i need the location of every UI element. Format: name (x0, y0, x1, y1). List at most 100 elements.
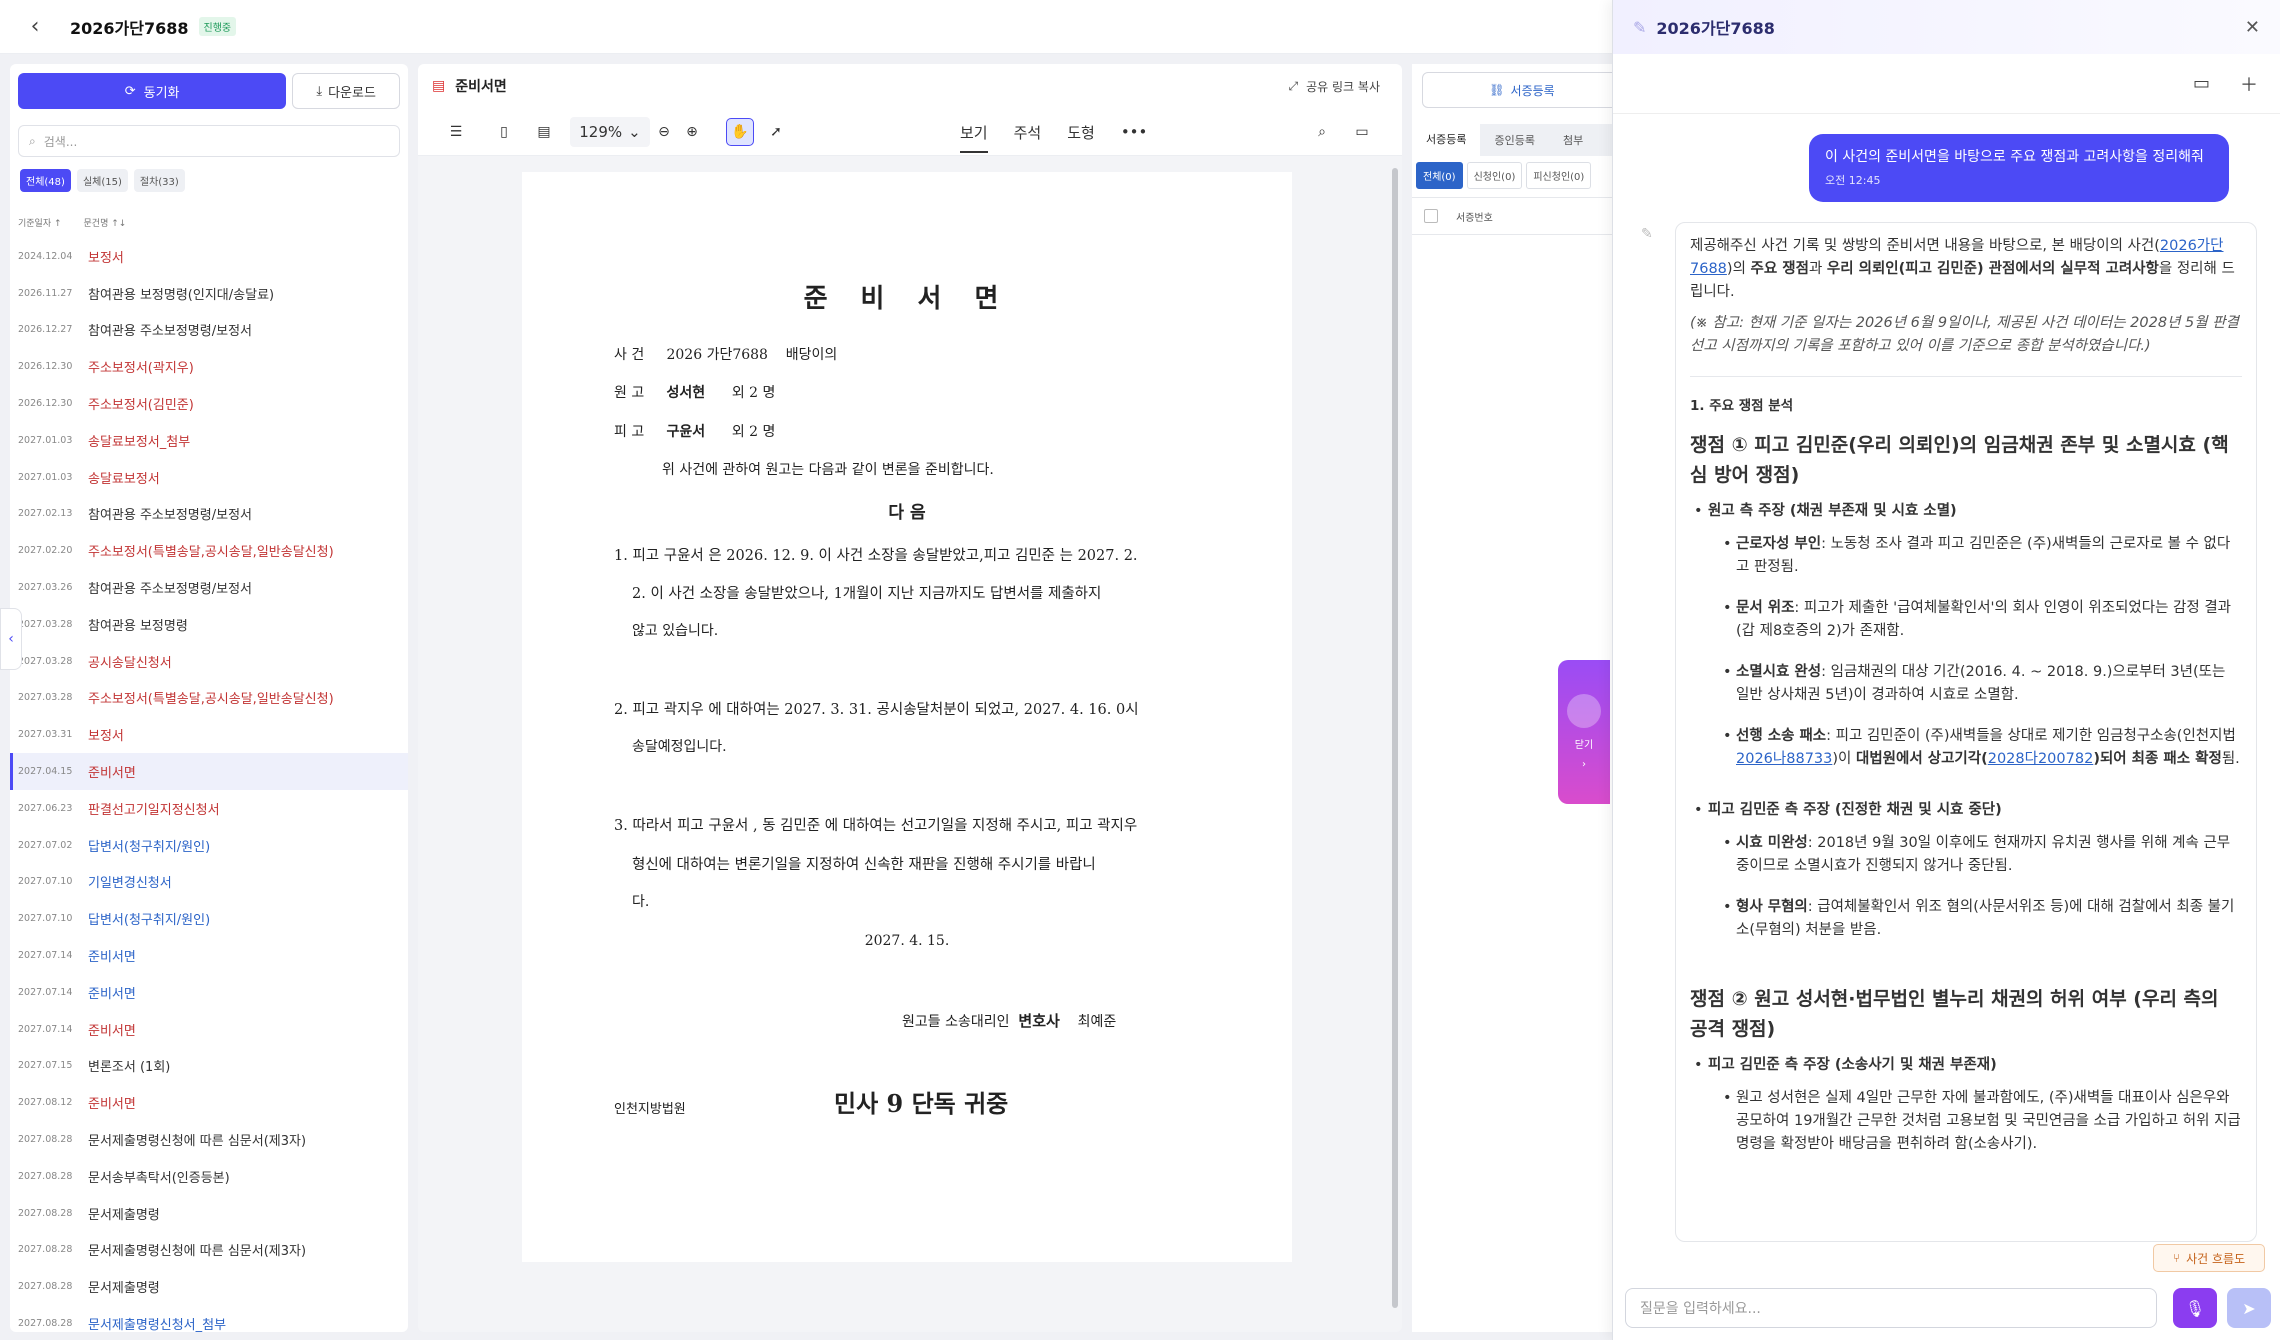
list-item-name: 문서제출명령신청에 따른 심문서(제3자) (88, 1134, 307, 1150)
select-all-checkbox[interactable] (1424, 209, 1438, 223)
list-item[interactable]: 2027.07.14 준비서면 (10, 937, 408, 974)
list-item[interactable]: 2027.08.28 문서제출명령 (10, 1195, 408, 1232)
list-item[interactable]: 2027.08.12 준비서면 (10, 1084, 408, 1121)
microphone-icon: 🎙 (2184, 1298, 2206, 1318)
share-link-button[interactable]: ⤢ 공유 링크 복사 (1289, 78, 1380, 95)
chat-input[interactable]: 질문을 입력하세요... (1625, 1288, 2157, 1328)
list-item-name: 판결선고기일지정신청서 (88, 802, 220, 818)
list-item[interactable]: 2027.07.15 변론조서 (1회) (10, 1048, 408, 1085)
list-item-date: 2027.08.28 (18, 1244, 73, 1256)
list-item[interactable]: 2027.07.10 기일변경신청서 (10, 864, 408, 901)
tab-evidence[interactable]: 서증등록 (1412, 124, 1481, 156)
list-item[interactable]: 2027.02.13 참여관용 주소보정명령/보정서 (10, 496, 408, 533)
list-item-date: 2027.07.15 (18, 1060, 73, 1072)
send-icon: ➤ (2242, 1298, 2256, 1318)
filter-procedural[interactable]: 절차(33) (133, 169, 185, 192)
subtab-applicant[interactable]: 신청인(0) (1466, 162, 1523, 189)
list-item[interactable]: 2027.03.28 주소보정서(특별송달,공시송달,일반송달신청) (10, 680, 408, 717)
list-item[interactable]: 2027.08.28 문서제출명령신청에 따른 심문서(제3자) (10, 1121, 408, 1158)
sync-button[interactable]: ⟳ 동기화 (18, 73, 287, 109)
scrollbar[interactable] (1392, 168, 1398, 1308)
new-chat-icon[interactable]: ＋ (2240, 71, 2258, 97)
list-item[interactable]: 2027.08.28 문서제출명령신청서_첨부 (10, 1305, 408, 1332)
list-item-name: 준비서면 (88, 1097, 136, 1113)
page-icon[interactable]: ▤ (530, 118, 558, 146)
list-item-date: 2024.12.04 (18, 250, 73, 262)
mic-button[interactable]: 🎙 (2173, 1288, 2217, 1328)
list-item-name: 준비서면 (88, 950, 136, 966)
list-item[interactable]: 2027.08.28 문서제출명령 (10, 1268, 408, 1305)
list-item-date: 2027.03.31 (18, 729, 73, 741)
list-item-name: 답변서(청구취지/원인) (88, 913, 211, 929)
flow-icon: ⑂ (2172, 1251, 2181, 1265)
zoom-select[interactable]: 129% ⌄ (570, 116, 650, 147)
tab-attachment[interactable]: 첨부 (1549, 132, 1597, 148)
chat-history-icon[interactable]: ▭ (2193, 73, 2210, 94)
zoom-in-icon[interactable]: ⊕ (678, 118, 706, 146)
more-icon[interactable]: ••• (1121, 123, 1148, 141)
register-evidence-button[interactable]: ⛓ 서증등록 (1422, 72, 1622, 108)
list-item-name: 주소보정서(곽지우) (88, 361, 194, 377)
list-item[interactable]: 2027.06.23 판결선고기일지정신청서 (10, 790, 408, 827)
list-item-date: 2027.01.03 (18, 471, 73, 483)
col-date-header[interactable]: 기준일자 ↑ (18, 216, 62, 229)
send-button[interactable]: ➤ (2227, 1288, 2271, 1328)
download-button[interactable]: ⤓ 다운로드 (292, 73, 400, 109)
list-item[interactable]: 2027.07.02 답변서(청구취지/원인) (10, 827, 408, 864)
hand-tool-icon[interactable]: ✋ (726, 117, 754, 146)
tab-view[interactable]: 보기 (960, 122, 988, 153)
zoom-out-icon[interactable]: ⊖ (650, 118, 678, 146)
tab-shapes[interactable]: 도형 (1067, 122, 1095, 143)
list-item[interactable]: 2027.04.15 준비서면 (10, 753, 408, 790)
list-item[interactable]: 2027.08.28 문서제출명령신청에 따른 심문서(제3자) (10, 1232, 408, 1269)
list-item[interactable]: 2027.01.03 송달료보정서 (10, 459, 408, 496)
document-page: 준 비 서 면 사 건 2026 가단7688 배당이의 원 고 성서현 외 2… (522, 172, 1292, 1262)
list-item-date: 2027.08.28 (18, 1207, 73, 1219)
document-title: 준비서면 (455, 79, 507, 95)
back-arrow-icon[interactable]: ‹ (24, 15, 46, 38)
list-item-name: 답변서(청구취지/원인) (88, 839, 211, 855)
filter-all[interactable]: 전체(48) (20, 169, 71, 192)
search-input[interactable]: ⌕ 검색... (18, 125, 400, 157)
list-item-date: 2027.03.28 (18, 655, 73, 667)
list-item-date: 2027.03.28 (18, 618, 73, 630)
case-link[interactable]: 2028다200782 (1988, 751, 2094, 767)
subtab-all[interactable]: 전체(0) (1416, 162, 1463, 189)
search-icon[interactable]: ⌕ (1308, 118, 1336, 146)
list-item[interactable]: 2026.11.27 참여관용 보정명령(인지대/송달료) (10, 275, 408, 312)
list-item-date: 2027.08.28 (18, 1318, 73, 1329)
sidebar-toggle-icon[interactable]: ▯ (490, 118, 518, 146)
list-item[interactable]: 2026.12.30 주소보정서(곽지우) (10, 348, 408, 385)
list-item-name: 공시송달신청서 (88, 655, 172, 671)
list-item[interactable]: 2024.12.04 보정서 (10, 238, 408, 275)
subtab-respondent[interactable]: 피신청인(0) (1526, 162, 1592, 189)
list-item[interactable]: 2027.02.20 주소보정서(특별송달,공시송달,일반송달신청) (10, 532, 408, 569)
list-item[interactable]: 2027.03.26 참여관용 주소보정명령/보정서 (10, 569, 408, 606)
list-item[interactable]: 2027.08.28 문서송부촉탁서(인증등본) (10, 1158, 408, 1195)
list-item[interactable]: 2027.01.03 송달료보정서_첨부 (10, 422, 408, 459)
col-doc-header[interactable]: 문건명 ↑↓ (84, 216, 127, 229)
filter-substantive[interactable]: 실체(15) (76, 169, 128, 192)
tab-witness[interactable]: 증인등록 (1480, 132, 1548, 148)
list-item[interactable]: 2026.12.27 참여관용 주소보정명령/보정서 (10, 312, 408, 349)
collapse-left-toggle[interactable]: ‹ (0, 608, 22, 670)
menu-icon[interactable]: ☰ (442, 118, 470, 146)
comment-icon[interactable]: ▭ (1348, 118, 1376, 146)
list-item-date: 2027.06.23 (18, 802, 73, 814)
case-flow-button[interactable]: ⑂ 사건 흐름도 (2153, 1244, 2265, 1272)
ai-close-tab[interactable]: 닫기 › (1558, 660, 1610, 804)
list-item[interactable]: 2026.12.30 주소보정서(김민준) (10, 385, 408, 422)
case-link[interactable]: 2026나88733 (1736, 751, 1832, 767)
list-item[interactable]: 2027.03.31 보정서 (10, 716, 408, 753)
list-item[interactable]: 2027.07.14 준비서면 (10, 1011, 408, 1048)
close-icon[interactable]: ✕ (2245, 17, 2260, 38)
list-item-name: 문서송부촉탁서(인증등본) (88, 1170, 230, 1186)
tab-annotate[interactable]: 주석 (1014, 122, 1042, 143)
list-item-date: 2026.12.30 (18, 361, 73, 373)
chevron-down-icon: ⌄ (628, 122, 641, 141)
list-item[interactable]: 2027.03.28 공시송달신청서 (10, 643, 408, 680)
list-item[interactable]: 2027.07.14 준비서면 (10, 974, 408, 1011)
select-tool-icon[interactable]: ➚ (762, 118, 790, 146)
list-item[interactable]: 2027.03.28 참여관용 보정명령 (10, 606, 408, 643)
list-item[interactable]: 2027.07.10 답변서(청구취지/원인) (10, 900, 408, 937)
